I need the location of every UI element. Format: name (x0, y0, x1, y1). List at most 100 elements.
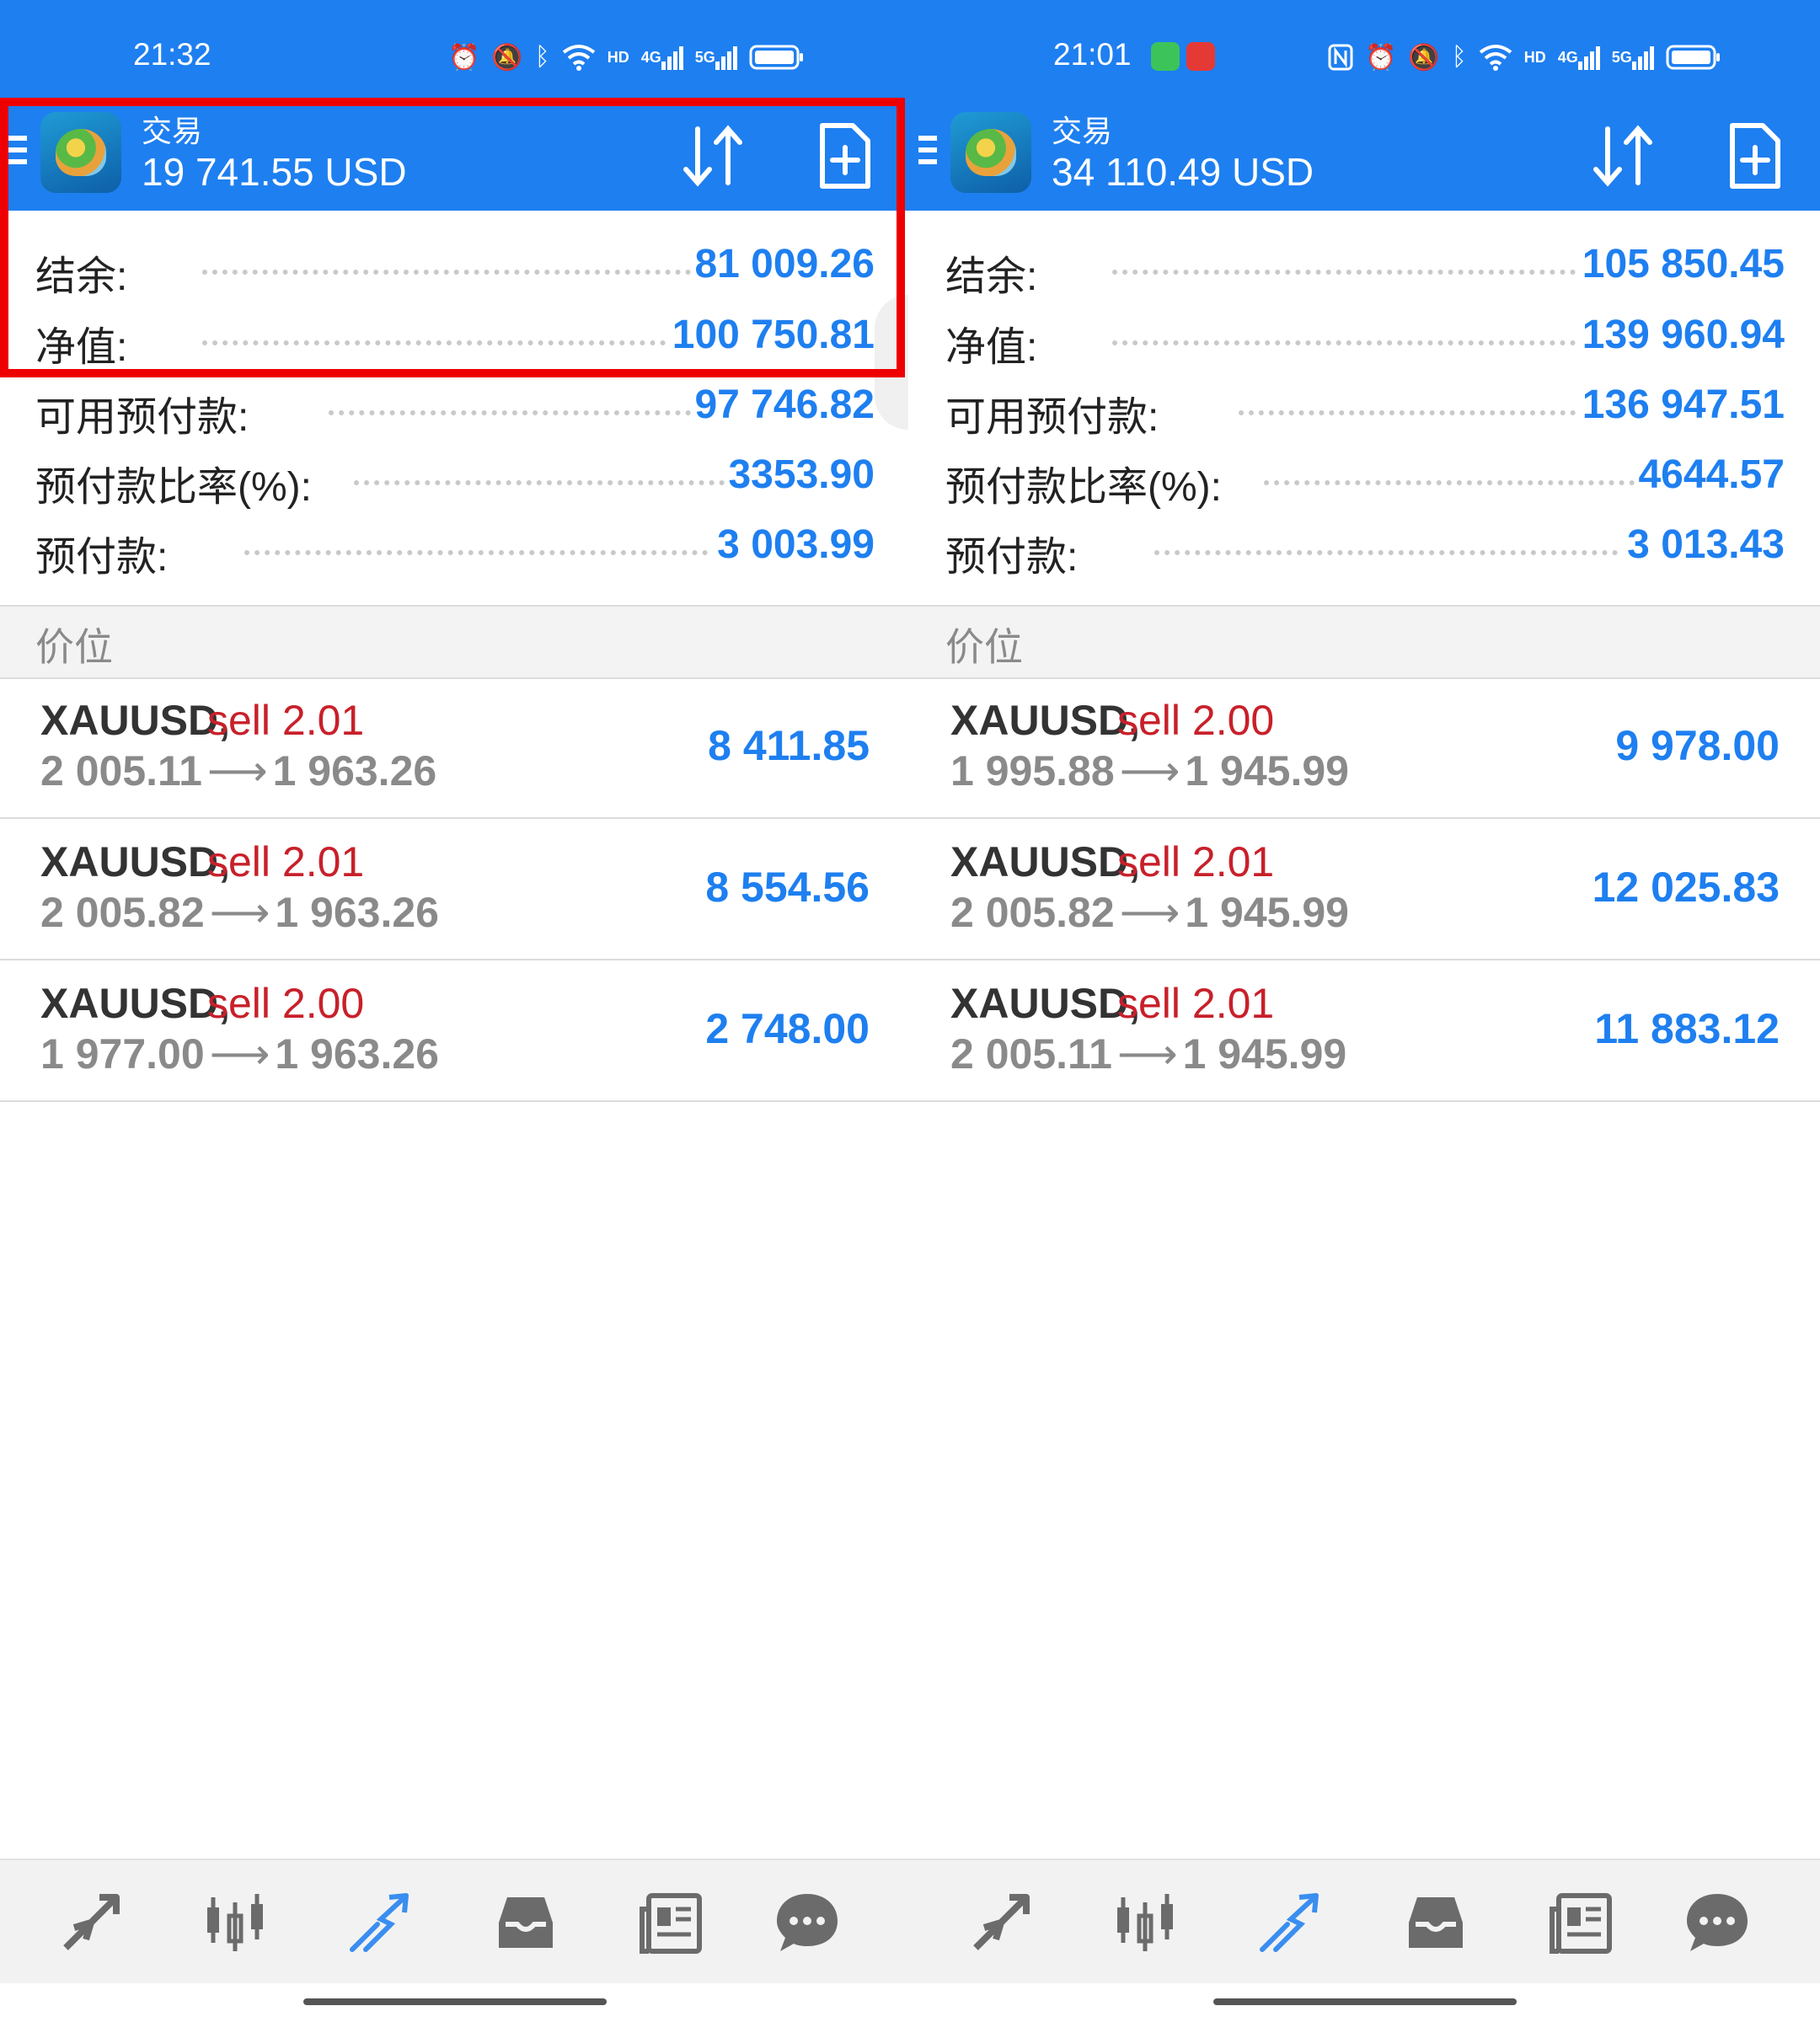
position-row[interactable]: XAUUSD, sell 2.01 2 005.11 ⟶ 1 963.26 8 41… (0, 677, 910, 819)
left-screenshot: 21:32 ⏰ 🔕 ᛒ HD 4G 5G 交易 19 741.55 USD 结余… (0, 0, 910, 2022)
status-icons: ⏰ 🔕 ᛒ HD 4G 5G (1328, 40, 1721, 74)
new-order-icon[interactable] (817, 122, 871, 190)
page-title: 交易 (142, 114, 203, 148)
quotes-icon[interactable] (967, 1889, 1035, 1956)
status-icons: ⏰ 🔕 ᛒ HD 4G 5G (448, 40, 805, 74)
news-icon[interactable] (637, 1889, 704, 1956)
arrow-right-icon: ⟶ (1116, 1030, 1178, 1078)
trade-icon[interactable] (347, 1889, 415, 1956)
position-row[interactable]: XAUUSD, sell 2.00 1 995.88 ⟶ 1 945.99 9 97… (910, 677, 1820, 819)
right-screenshot: 21:01 ⏰ 🔕 ᛒ HD 4G 5G 交易 34 110.49 USD 结余… (910, 0, 1820, 2022)
wifi-icon (562, 40, 596, 74)
position-row[interactable]: XAUUSD, sell 2.00 1 977.00 ⟶ 1 963.26 2 74… (0, 960, 910, 1102)
arrow-right-icon: ⟶ (1119, 889, 1180, 936)
status-time: 21:32 (133, 37, 211, 72)
position-prices: 2 005.11 ⟶ 1 963.26 (40, 746, 436, 795)
position-symbol: XAUUSD, (40, 697, 231, 744)
summary-value: 81 009.26 (694, 242, 875, 286)
summary-label: 预付款比率(%): (945, 453, 1230, 512)
summary-row-free-margin: 可用预付款: 136 947.51 (910, 375, 1820, 442)
status-bar: 21:32 ⏰ 🔕 ᛒ HD 4G 5G (0, 0, 910, 105)
menu-icon[interactable] (8, 136, 27, 169)
current-price: 1 963.26 (272, 747, 437, 794)
summary-row-equity: 净值: 139 960.94 (910, 305, 1820, 372)
news-icon[interactable] (1547, 1889, 1614, 1956)
open-price: 2 005.82 (40, 889, 205, 936)
home-indicator[interactable] (303, 1998, 607, 2005)
sort-icon[interactable] (679, 122, 747, 190)
signal-5g-label: 5G (1611, 48, 1632, 66)
signal-5g-icon: 5G (1612, 40, 1654, 74)
home-indicator[interactable] (1213, 1998, 1517, 2005)
summary-label: 结余: (35, 243, 136, 302)
app-bar: 交易 34 110.49 USD (910, 105, 1820, 211)
status-bar: 21:01 ⏰ 🔕 ᛒ HD 4G 5G (910, 0, 1820, 105)
battery-icon (1666, 40, 1721, 74)
bluetooth-icon: ᛒ (1451, 43, 1467, 71)
bottom-nav (0, 1859, 910, 1983)
summary-value: 4644.57 (1638, 452, 1785, 497)
position-symbol: XAUUSD, (950, 980, 1141, 1027)
summary-label: 预付款: (35, 523, 177, 582)
section-label: 价位 (945, 625, 1023, 669)
new-order-icon[interactable] (1727, 122, 1781, 190)
history-icon[interactable] (1402, 1889, 1469, 1956)
summary-row-equity: 净值: 100 750.81 (0, 305, 910, 372)
summary-value: 105 850.45 (1582, 242, 1785, 286)
signal-4g-icon: 4G (641, 40, 683, 74)
summary-label: 可用预付款: (35, 383, 258, 442)
position-side: sell 2.01 (1117, 980, 1275, 1027)
chart-icon[interactable] (1112, 1889, 1180, 1956)
trade-icon[interactable] (1257, 1889, 1325, 1956)
metatrader-logo (40, 112, 121, 193)
sort-icon[interactable] (1589, 122, 1657, 190)
chart-icon[interactable] (202, 1889, 270, 1956)
position-profit: 8 554.56 (705, 864, 870, 911)
history-icon[interactable] (492, 1889, 559, 1956)
arrow-right-icon: ⟶ (1119, 747, 1180, 794)
summary-row-margin-level: 预付款比率(%): 4644.57 (910, 445, 1820, 512)
chat-icon[interactable] (1684, 1889, 1751, 1956)
position-symbol: XAUUSD, (40, 980, 231, 1027)
position-row[interactable]: XAUUSD, sell 2.01 2 005.82 ⟶ 1 963.26 8 55… (0, 819, 910, 960)
arrow-right-icon: ⟶ (209, 1030, 270, 1078)
current-price: 1 945.99 (1182, 1030, 1347, 1078)
open-price: 2 005.82 (950, 889, 1115, 936)
quotes-icon[interactable] (57, 1889, 125, 1956)
summary-row-balance: 结余: 81 009.26 (0, 234, 910, 302)
account-profit: 19 741.55 USD (142, 150, 407, 194)
alarm-icon: ⏰ (1365, 43, 1397, 72)
position-profit: 11 883.12 (1594, 1005, 1780, 1052)
position-row[interactable]: XAUUSD, sell 2.01 2 005.82 ⟶ 1 945.99 12 0… (910, 819, 1820, 960)
mute-icon: 🔕 (1408, 43, 1440, 72)
nfc-icon (1328, 40, 1353, 74)
position-side: sell 2.00 (1117, 697, 1275, 744)
summary-row-balance: 结余: 105 850.45 (910, 234, 1820, 302)
summary-row-margin-level: 预付款比率(%): 3353.90 (0, 445, 910, 512)
summary-row-margin: 预付款: 3 003.99 (0, 515, 910, 582)
battery-icon (749, 40, 805, 74)
open-price: 1 977.00 (40, 1030, 205, 1078)
summary-label: 结余: (945, 243, 1046, 302)
red-app-icon (1186, 42, 1215, 71)
position-profit: 8 411.85 (708, 722, 870, 769)
signal-4g-icon: 4G (1558, 40, 1600, 74)
page-title: 交易 (1052, 114, 1113, 148)
position-side: sell 2.01 (1117, 838, 1275, 885)
signal-5g-icon: 5G (695, 40, 737, 74)
mute-icon: 🔕 (491, 43, 523, 72)
summary-value: 136 947.51 (1582, 382, 1785, 427)
signal-4g-label: 4G (1557, 48, 1578, 66)
position-side: sell 2.01 (207, 838, 365, 885)
summary-value: 3 013.43 (1627, 522, 1785, 567)
position-prices: 1 995.88 ⟶ 1 945.99 (950, 746, 1349, 795)
position-prices: 2 005.82 ⟶ 1 963.26 (40, 888, 439, 937)
summary-value: 100 750.81 (672, 313, 875, 357)
metatrader-logo (950, 112, 1031, 193)
summary-row-free-margin: 可用预付款: 97 746.82 (0, 375, 910, 442)
chat-icon[interactable] (774, 1889, 841, 1956)
app-bar: 交易 19 741.55 USD (0, 105, 910, 211)
menu-icon[interactable] (918, 136, 937, 169)
position-row[interactable]: XAUUSD, sell 2.01 2 005.11 ⟶ 1 945.99 11 8… (910, 960, 1820, 1102)
arrow-right-icon: ⟶ (209, 889, 270, 936)
